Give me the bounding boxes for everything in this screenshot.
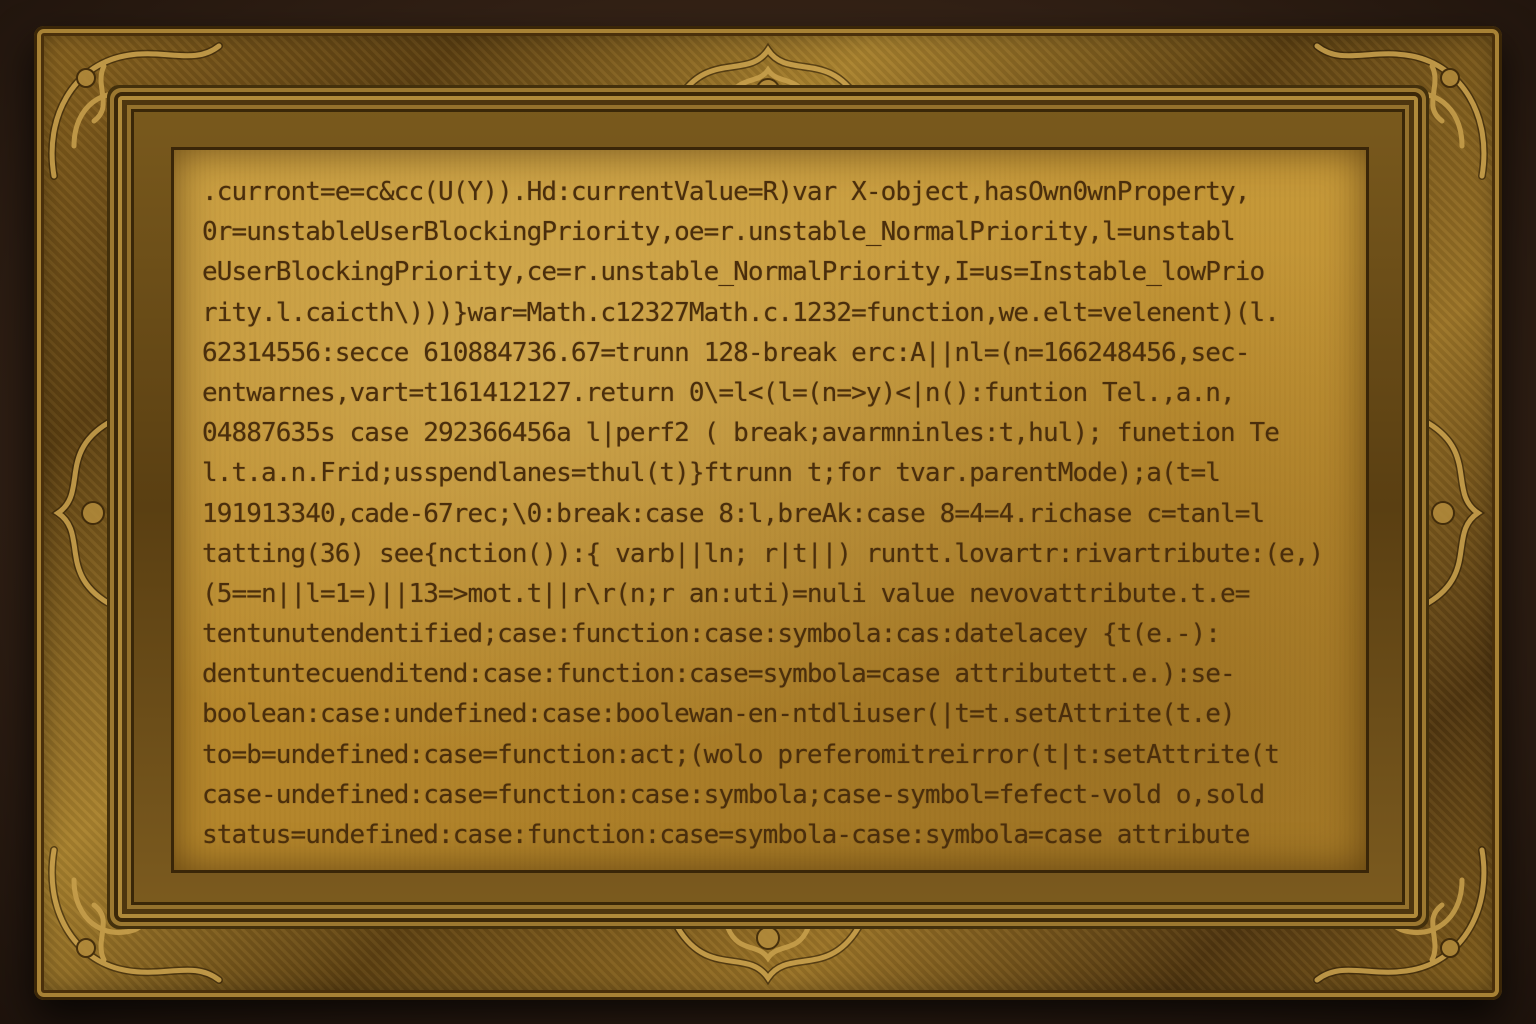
code-line: 04887635s case 292366456a l|perf2 ( brea…	[202, 418, 1280, 449]
left-center-crest-ornament	[50, 419, 112, 607]
code-line: 0r=unstableUserBlockingPriority,oe=r.uns…	[202, 217, 1236, 248]
code-line: tentunutendentified;case:function:case:s…	[202, 619, 1221, 650]
bottom-center-crest-ornament	[674, 924, 862, 986]
code-line: dentuntecuenditend:case:function:case=sy…	[202, 659, 1236, 690]
code-text-block: .curront=e=c&cc(U(Y)).Hd:currentValue=R)…	[202, 172, 1348, 855]
code-line: 62314556:secce 610884736.67=trunn 128-br…	[202, 337, 1250, 368]
code-line: (5==n||l=1=)||13=>mot.t||r\r(n;r an:uti)…	[202, 578, 1250, 609]
code-line: tatting(36) see{nction()):{ varb||ln; r|…	[202, 538, 1324, 569]
right-center-crest-ornament	[1424, 419, 1486, 607]
code-line: eUserBlockingPriority,ce=r.unstable_Norm…	[202, 257, 1265, 288]
painted-canvas: .curront=e=c&cc(U(Y)).Hd:currentValue=R)…	[174, 150, 1366, 870]
code-line: status=undefined:case:function:case=symb…	[202, 820, 1250, 850]
code-line: case-undefined:case=function:case:symbol…	[202, 779, 1265, 810]
code-line: to=b=undefined:case=function:act;(wolo p…	[202, 739, 1280, 770]
code-line: .curront=e=c&cc(U(Y)).Hd:currentValue=R)…	[202, 177, 1250, 207]
code-line: l.t.a.n.Frid;usspendlanes=thul(t)}ftrunn…	[202, 458, 1221, 489]
code-line: entwarnes,vart=t161412127.return 0\=l<(l…	[202, 377, 1236, 408]
code-line: 191913340,cade-67rec;\0:break:case 8:l,b…	[202, 498, 1265, 529]
code-line: boolean:case:undefined:case:boolewan-en-…	[202, 699, 1236, 730]
code-line: rity.l.caicth\)))}war=Math.c12327Math.c.…	[202, 297, 1280, 328]
wall-background: .curront=e=c&cc(U(Y)).Hd:currentValue=R)…	[0, 0, 1536, 1024]
